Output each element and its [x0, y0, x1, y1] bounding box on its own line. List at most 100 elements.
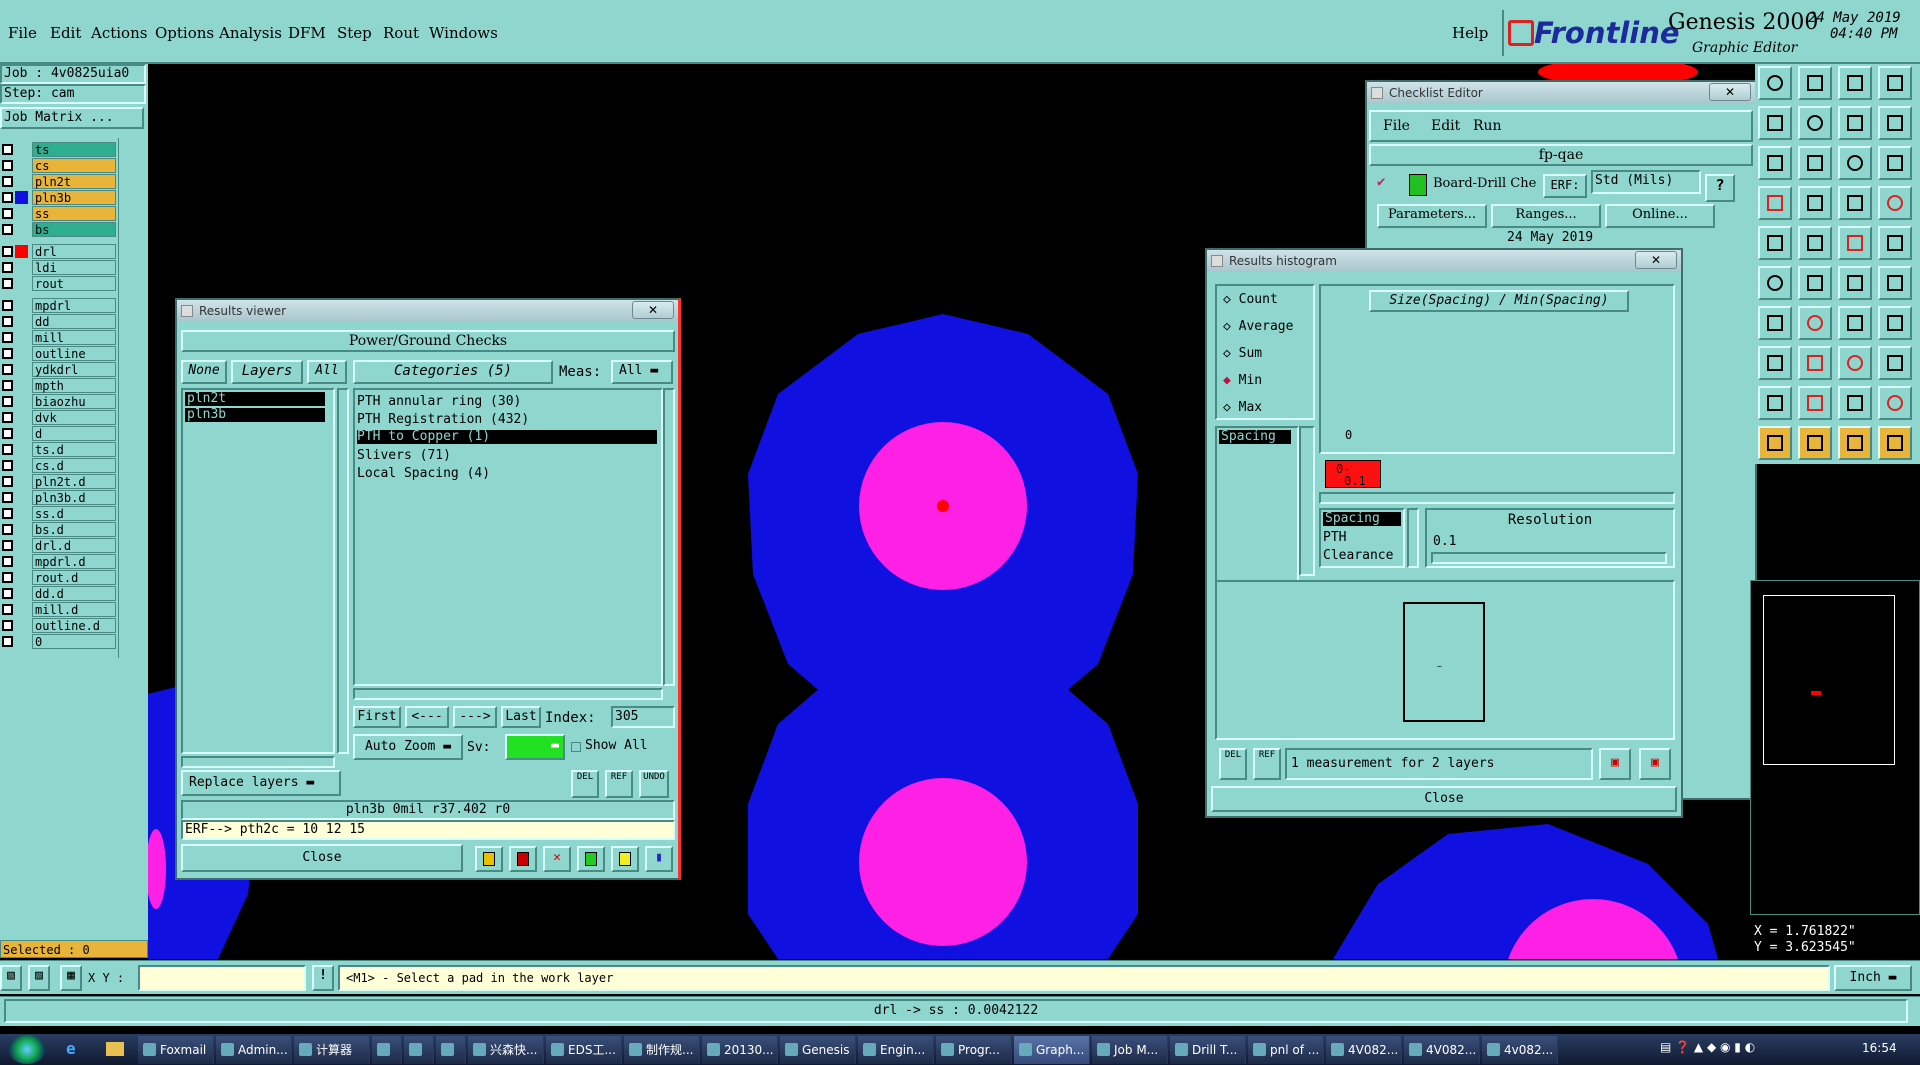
layer-display-swatch[interactable]: [15, 571, 28, 584]
layer-display-swatch[interactable]: [15, 555, 28, 568]
layer-row-cs[interactable]: cs: [0, 158, 118, 173]
layer-display-swatch[interactable]: [15, 395, 28, 408]
close-button[interactable]: Close: [1211, 786, 1677, 812]
taskbar-button[interactable]: Progr...: [936, 1036, 1012, 1064]
layer-row-ss-d[interactable]: ss.d: [0, 506, 118, 521]
next-button[interactable]: --->: [453, 706, 497, 728]
menu-file[interactable]: File: [8, 24, 37, 42]
list-icon[interactable]: [611, 846, 639, 872]
close-icon[interactable]: ✕: [632, 301, 674, 319]
tool-icon[interactable]: [1838, 226, 1872, 260]
layer-checkbox[interactable]: [2, 604, 13, 615]
layer-row-mill-d[interactable]: mill.d: [0, 602, 118, 617]
measure-field-scrollbar[interactable]: [1407, 508, 1419, 568]
layer-display-swatch[interactable]: [15, 379, 28, 392]
layer-row-drl-d[interactable]: drl.d: [0, 538, 118, 553]
layer-row-rout[interactable]: rout: [0, 276, 118, 291]
layer-checkbox[interactable]: [2, 192, 13, 203]
tool-icon[interactable]: [1758, 106, 1792, 140]
layer-display-swatch[interactable]: [15, 143, 28, 156]
layers-button[interactable]: Layers: [231, 360, 303, 384]
layer-row-ss[interactable]: ss: [0, 206, 118, 221]
layer-display-swatch[interactable]: [15, 315, 28, 328]
tool-icon[interactable]: [1878, 306, 1912, 340]
layer-row-outline[interactable]: outline: [0, 346, 118, 361]
layer-display-swatch[interactable]: [15, 619, 28, 632]
tool-icon[interactable]: [1878, 186, 1912, 220]
taskbar-button[interactable]: 20130...: [702, 1036, 778, 1064]
explorer-icon[interactable]: [106, 1042, 124, 1056]
tool-icon[interactable]: [1838, 146, 1872, 180]
menu-edit[interactable]: Edit: [50, 24, 81, 42]
layer-item-pln3b[interactable]: pln3b: [185, 408, 325, 422]
layer-checkbox[interactable]: [2, 444, 13, 455]
tool-icon[interactable]: [1878, 146, 1912, 180]
tool-icon[interactable]: [1798, 306, 1832, 340]
tool-icon[interactable]: [1838, 346, 1872, 380]
layer-checkbox[interactable]: [2, 540, 13, 551]
menu-windows[interactable]: Windows: [429, 24, 498, 42]
radio-sum[interactable]: ◇ Sum: [1223, 346, 1262, 361]
del-button[interactable]: DEL: [1219, 748, 1247, 780]
tool-icon[interactable]: [1878, 266, 1912, 300]
taskbar-button[interactable]: Job M...: [1092, 1036, 1168, 1064]
layer-checkbox[interactable]: [2, 380, 13, 391]
layer-checkbox[interactable]: [2, 332, 13, 343]
layer-row-ts-d[interactable]: ts.d: [0, 442, 118, 457]
layer-row-bs[interactable]: bs: [0, 222, 118, 237]
snap-icon[interactable]: ▧: [0, 965, 22, 991]
layer-row-mpdrl-d[interactable]: mpdrl.d: [0, 554, 118, 569]
taskbar-button[interactable]: 4V082...: [1326, 1036, 1402, 1064]
histogram-hscrollbar[interactable]: [1319, 492, 1675, 504]
checklist-menu-edit[interactable]: Edit: [1431, 118, 1460, 134]
ranges-button[interactable]: Ranges...: [1491, 204, 1601, 228]
layer-display-swatch[interactable]: [15, 331, 28, 344]
layer-row-biaozhu[interactable]: biaozhu: [0, 394, 118, 409]
layer-checkbox[interactable]: [2, 428, 13, 439]
layer-row-d[interactable]: d: [0, 426, 118, 441]
start-button[interactable]: [8, 1035, 46, 1064]
tool-icon[interactable]: [1798, 346, 1832, 380]
layer-display-swatch[interactable]: [15, 277, 28, 290]
layer-row-dd[interactable]: dd: [0, 314, 118, 329]
layer-checkbox[interactable]: [2, 524, 13, 535]
tool-icon[interactable]: [1758, 306, 1792, 340]
layer-display-swatch[interactable]: [15, 523, 28, 536]
taskbar-button[interactable]: [372, 1036, 402, 1064]
layer-row-pln2t-d[interactable]: pln2t.d: [0, 474, 118, 489]
layer-display-swatch[interactable]: [15, 347, 28, 360]
layer-hscrollbar[interactable]: [181, 756, 335, 768]
taskbar-button[interactable]: 制作规...: [624, 1036, 700, 1064]
layer-display-swatch[interactable]: [15, 603, 28, 616]
tool-icon[interactable]: [1878, 66, 1912, 100]
taskbar-button[interactable]: [404, 1036, 434, 1064]
tool-icon[interactable]: [1758, 226, 1792, 260]
ie-icon[interactable]: e: [66, 1040, 84, 1058]
del-button[interactable]: DEL: [571, 770, 599, 798]
radio-max[interactable]: ◇ Max: [1223, 400, 1262, 415]
tool-icon[interactable]: [1758, 66, 1792, 100]
radio-count[interactable]: ◇ Count: [1223, 292, 1278, 307]
tool-icon[interactable]: [1838, 186, 1872, 220]
cross-icon[interactable]: ✕: [543, 846, 571, 872]
taskbar-button[interactable]: Drill T...: [1170, 1036, 1246, 1064]
tool-icon[interactable]: [1838, 106, 1872, 140]
layer-row-mpdrl[interactable]: mpdrl: [0, 298, 118, 313]
layer-display-swatch[interactable]: [15, 411, 28, 424]
tool-icon[interactable]: [1798, 146, 1832, 180]
layer-checkbox[interactable]: [2, 246, 13, 257]
category-item[interactable]: Local Spacing (4): [357, 466, 490, 481]
category-hscrollbar[interactable]: [353, 688, 663, 700]
tool-icon[interactable]: [1758, 386, 1792, 420]
close-icon[interactable]: ✕: [1709, 83, 1751, 101]
taskbar-button[interactable]: 兴森快...: [468, 1036, 544, 1064]
layer-row-pln2t[interactable]: pln2t: [0, 174, 118, 189]
resolution-slider[interactable]: [1431, 552, 1667, 564]
measure-type-spacing[interactable]: Spacing: [1219, 430, 1291, 444]
layer-display-swatch[interactable]: [15, 191, 28, 204]
online-button[interactable]: Online...: [1605, 204, 1715, 228]
taskbar-button[interactable]: Graph...: [1014, 1036, 1090, 1064]
tool-icon[interactable]: [1758, 266, 1792, 300]
replace-layers-select[interactable]: Replace layers ▬: [181, 770, 341, 796]
xy-input[interactable]: [138, 965, 306, 991]
